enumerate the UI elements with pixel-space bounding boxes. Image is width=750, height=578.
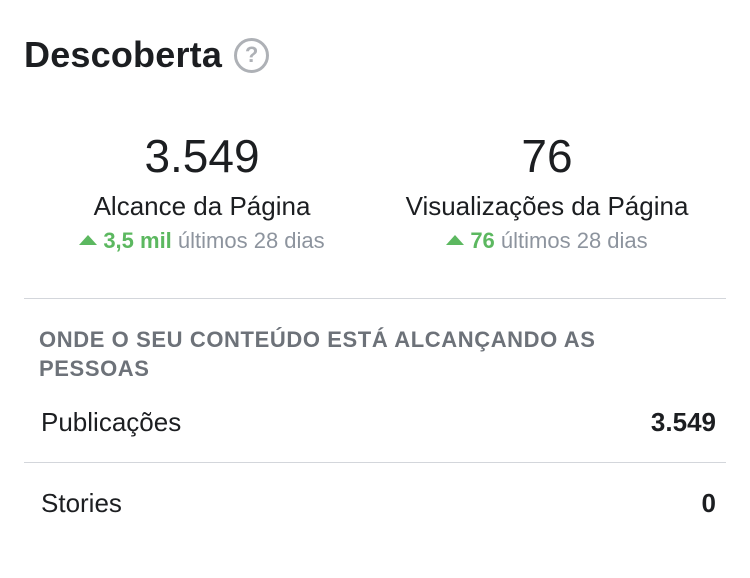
divider (24, 298, 726, 299)
list-item-publications[interactable]: Publicações 3.549 (41, 402, 716, 442)
section-heading: ONDE O SEU CONTEÚDO ESTÁ ALCANÇANDO AS P… (39, 327, 596, 381)
trend-period: últimos 28 dias (177, 228, 325, 253)
divider (24, 462, 726, 463)
metric-value: 3.549 (144, 130, 260, 182)
metric-trend: 76 últimos 28 dias (382, 226, 712, 256)
trend-value: 76 (470, 228, 495, 253)
metric-page-views[interactable]: 76 Visualizações da Página 76 últimos 28… (382, 128, 712, 256)
row-value: 3.549 (650, 406, 716, 437)
metric-value: 76 (521, 130, 573, 182)
trend-period: últimos 28 dias (500, 228, 648, 253)
help-icon[interactable]: ? (234, 37, 270, 73)
metric-trend: 3,5 mil últimos 28 dias (37, 226, 367, 256)
trend-up-icon (79, 235, 98, 245)
row-label: Publicações (41, 406, 182, 437)
metric-label: Visualizações da Página (405, 191, 689, 221)
metric-label: Alcance da Página (93, 191, 311, 221)
row-label: Stories (41, 487, 122, 518)
trend-up-icon (446, 235, 465, 245)
trend-value: 3,5 mil (103, 228, 172, 253)
row-value: 0 (701, 487, 716, 518)
page-title: Descoberta (24, 34, 223, 75)
list-item-stories[interactable]: Stories 0 (41, 483, 716, 523)
header: Descoberta ? (24, 30, 270, 80)
metric-page-reach[interactable]: 3.549 Alcance da Página 3,5 mil últimos … (37, 128, 367, 256)
